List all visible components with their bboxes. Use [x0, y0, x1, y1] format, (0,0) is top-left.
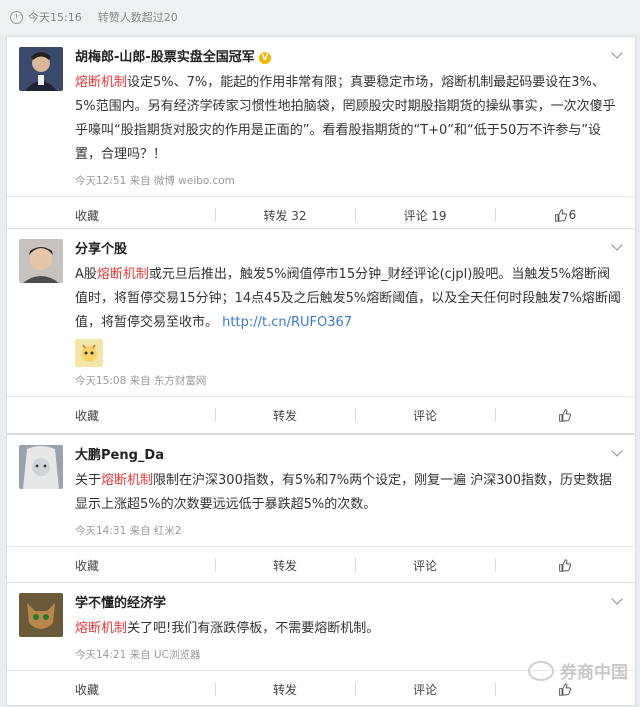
action-bar: 收藏 转发 评论 [7, 396, 635, 433]
post-card: 大鹏Peng_Da 关于熔断机制限制在沪深300指数，有5%和7%两个设定，刚复… [6, 434, 636, 584]
repost-button[interactable]: 转发 [215, 671, 355, 707]
keyword-link[interactable]: 熔断机制 [75, 621, 127, 636]
like-button[interactable] [495, 397, 635, 433]
wechat-icon [528, 660, 554, 681]
action-bar: 收藏 转发 评论 [7, 546, 635, 583]
keyword-link[interactable]: 熔断机制 [75, 75, 127, 90]
collect-button[interactable]: 收藏 [7, 671, 215, 707]
thumbs-up-icon [558, 408, 571, 422]
post-body: 限制在沪深300指数，有5%和7%两个设定，刚复一遍 沪深300指数，历史数据显… [75, 473, 613, 512]
comment-button[interactable]: 评论 [355, 547, 495, 583]
avatar[interactable] [19, 593, 63, 637]
forward-count-info: 转赞人数超过20 [97, 11, 178, 24]
post-body: 关了吧!我们有涨跌停板，不需要熔断机制。 [127, 621, 380, 636]
post-card: 分享个股 A股熔断机制或元旦后推出，触发5%阀值停市15分钟_财经评论(cjpl… [6, 228, 636, 434]
like-button[interactable] [495, 547, 635, 583]
top-time: 今天15:16 [28, 11, 82, 24]
url-link[interactable]: http://t.cn/RUFO367 [222, 315, 352, 330]
avatar[interactable] [19, 239, 63, 283]
verified-badge-icon: V [258, 52, 271, 64]
post-meta: 今天15:08 来自 东方财富网 [75, 375, 207, 387]
post-text: A股熔断机制或元旦后推出，触发5%阀值停市15分钟_财经评论(cjpl)股吧。当… [75, 263, 621, 335]
thumbs-up-icon [554, 208, 567, 222]
comment-button[interactable]: 评论 [355, 671, 495, 707]
watermark-text: 券商中国 [560, 663, 628, 683]
comment-button[interactable]: 评论 [355, 397, 495, 433]
keyword-link[interactable]: 熔断机制 [97, 267, 149, 282]
post-body: 设定5%、7%，能起的作用非常有限；真要稳定市场，熔断机制最起码要设在3%、5%… [75, 75, 616, 162]
thumbs-up-icon [558, 558, 571, 572]
author-name[interactable]: 学不懂的经济学 [75, 593, 166, 615]
keyword-link[interactable]: 熔断机制 [101, 473, 153, 488]
post-text: 关于熔断机制限制在沪深300指数，有5%和7%两个设定，刚复一遍 沪深300指数… [75, 469, 621, 517]
post-meta: 今天14:31 来自 红米2 [75, 525, 182, 537]
author-name[interactable]: 分享个股 [75, 239, 127, 261]
clock-icon [10, 10, 23, 24]
post-card: 胡梅郎-山郎-股票实盘全国冠军 V 熔断机制设定5%、7%，能起的作用非常有限；真… [6, 36, 636, 234]
like-count: 6 [568, 208, 577, 222]
collect-button[interactable]: 收藏 [7, 547, 215, 583]
post-card: 学不懂的经济学 熔断机制关了吧!我们有涨跌停板，不需要熔断机制。 今天14:21… [6, 582, 636, 706]
post-prefix: 关于 [75, 473, 102, 488]
author-name[interactable]: 胡梅郎-山郎-股票实盘全国冠军 [75, 47, 255, 69]
watermark: 券商中国 [528, 658, 628, 683]
repost-button[interactable]: 转发 [215, 397, 355, 433]
collect-button[interactable]: 收藏 [7, 397, 215, 433]
author-name[interactable]: 大鹏Peng_Da [75, 445, 164, 467]
repost-button[interactable]: 转发 [215, 547, 355, 583]
avatar[interactable] [19, 47, 63, 91]
avatar[interactable] [19, 445, 63, 489]
post-meta: 今天12:51 来自 微博 weibo.com [75, 175, 235, 187]
post-text: 熔断机制设定5%、7%，能起的作用非常有限；真要稳定市场，熔断机制最起码要设在3… [75, 71, 621, 167]
thumbs-up-icon [558, 682, 571, 696]
post-prefix: A股 [75, 267, 97, 282]
post-text: 熔断机制关了吧!我们有涨跌停板，不需要熔断机制。 [75, 617, 621, 641]
attached-image[interactable] [75, 339, 103, 367]
top-info-bar: 今天15:16 转赞人数超过20 [0, 0, 640, 34]
